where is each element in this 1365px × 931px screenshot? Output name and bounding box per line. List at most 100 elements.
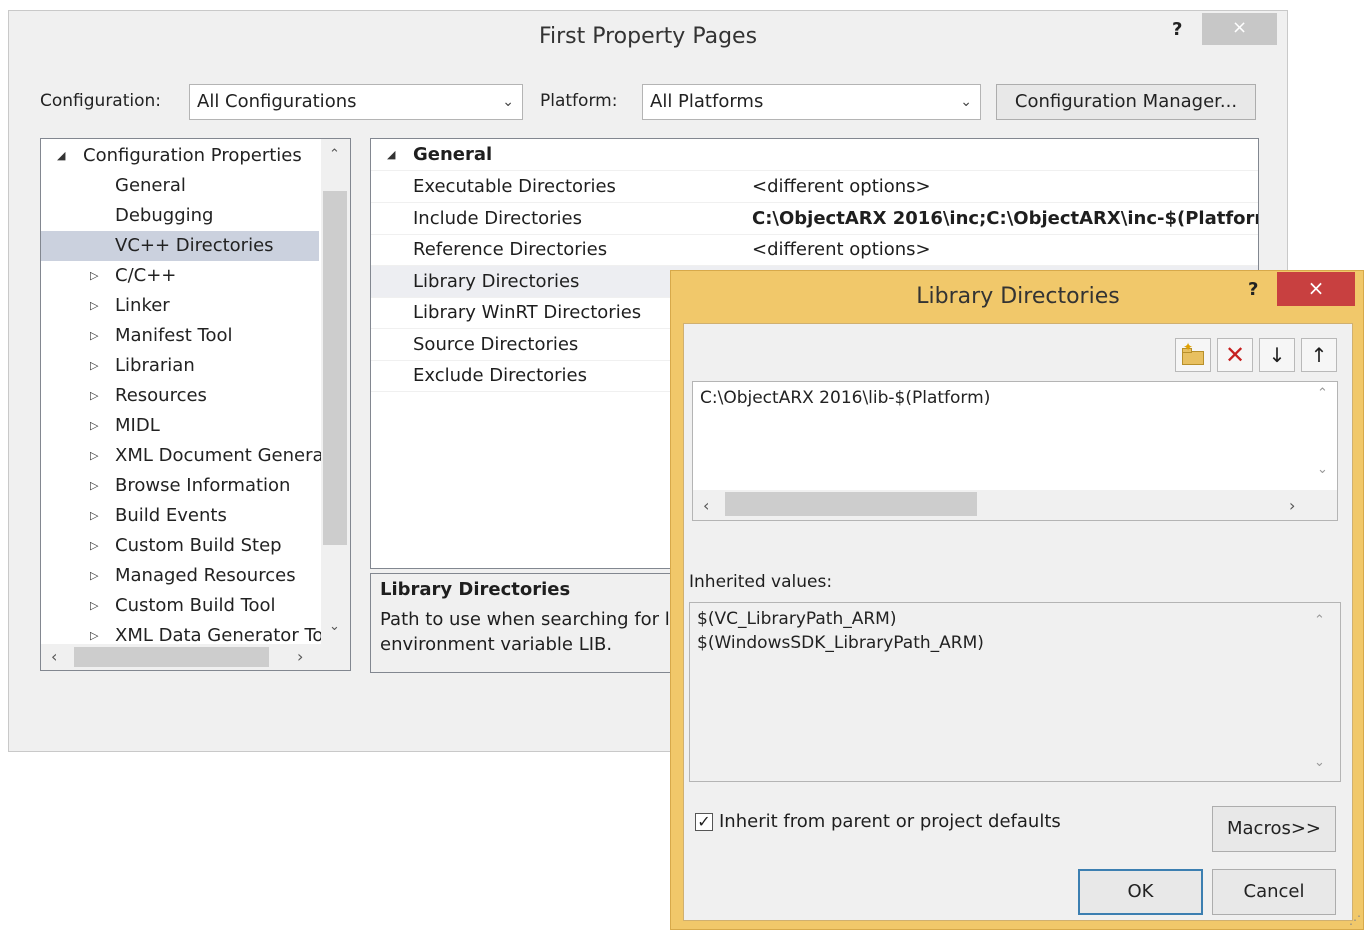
scroll-right-icon[interactable]: ›: [1289, 496, 1295, 515]
scroll-down-icon[interactable]: ⌄: [1317, 462, 1328, 477]
arrow-up-icon: ↑: [1310, 343, 1328, 367]
tree-item[interactable]: ▷ Manifest Tool: [41, 321, 319, 351]
inherit-label: Inherit from parent or project defaults: [719, 811, 1061, 832]
dialog-title: Library Directories: [916, 284, 1120, 309]
tree-item-label: MIDL: [115, 415, 160, 436]
scroll-up-icon[interactable]: ⌃: [1317, 386, 1328, 401]
scroll-down-icon[interactable]: ⌄: [329, 619, 340, 634]
move-down-button[interactable]: ↓: [1259, 338, 1295, 372]
inherited-value: $(WindowsSDK_LibraryPath_ARM): [697, 633, 984, 653]
expand-triangle-icon[interactable]: ▷: [90, 471, 98, 501]
library-directories-dialog: Library Directories ? × ✦ ✕ ↓ ↑ C:\Objec…: [670, 270, 1364, 930]
scroll-left-icon[interactable]: ‹: [703, 496, 709, 515]
platform-dropdown[interactable]: All Platforms ⌄: [642, 84, 981, 120]
tree-item-label: Linker: [115, 295, 170, 316]
grid-row[interactable]: Reference Directories <different options>: [371, 234, 1258, 266]
tree-item-label: Debugging: [115, 205, 214, 226]
configuration-dropdown[interactable]: All Configurations ⌄: [189, 84, 523, 120]
expand-triangle-icon[interactable]: ▷: [90, 381, 98, 411]
tree-horizontal-scrollbar[interactable]: ‹ ›: [41, 644, 350, 670]
tree-item-label: C/C++: [115, 265, 177, 286]
property-tree: ◢ Configuration Properties General Debugg…: [40, 138, 351, 671]
delete-x-icon: ✕: [1224, 341, 1246, 369]
tree-item-label: Resources: [115, 385, 207, 406]
expand-triangle-icon[interactable]: ▷: [90, 531, 98, 561]
delete-line-button[interactable]: ✕: [1217, 338, 1253, 372]
new-line-button[interactable]: ✦: [1175, 338, 1211, 372]
help-button[interactable]: ?: [1172, 19, 1182, 40]
tree-item-label: Managed Resources: [115, 565, 296, 586]
inherited-value: $(VC_LibraryPath_ARM): [697, 609, 897, 629]
expand-triangle-icon[interactable]: ▷: [90, 561, 98, 591]
list-horizontal-scrollbar[interactable]: ‹ ›: [693, 490, 1337, 520]
scroll-up-icon[interactable]: ⌃: [329, 147, 340, 162]
chevron-down-icon: ⌄: [960, 94, 972, 110]
expand-triangle-icon[interactable]: ▷: [90, 261, 98, 291]
platform-label: Platform:: [540, 91, 618, 111]
arrow-down-icon: ↓: [1268, 343, 1286, 367]
property-name: Exclude Directories: [413, 365, 587, 386]
scroll-left-icon[interactable]: ‹: [51, 647, 57, 666]
cancel-button[interactable]: Cancel: [1212, 869, 1336, 915]
tree-item[interactable]: ▷ Custom Build Tool: [41, 591, 319, 621]
expand-triangle-icon[interactable]: ▷: [90, 351, 98, 381]
inherit-checkbox[interactable]: ✓: [695, 813, 713, 831]
close-button[interactable]: ×: [1277, 272, 1355, 306]
scroll-up-icon[interactable]: ⌃: [1314, 613, 1325, 628]
tree-item[interactable]: ▷ Custom Build Step: [41, 531, 319, 561]
configuration-manager-button[interactable]: Configuration Manager...: [996, 84, 1256, 120]
tree-item-label: Librarian: [115, 355, 195, 376]
grid-row[interactable]: Include Directories C:\ObjectARX 2016\inc…: [371, 203, 1258, 235]
scroll-thumb[interactable]: [323, 191, 347, 545]
tree-item[interactable]: ▷ Librarian: [41, 351, 319, 381]
tree-item-label: VC++ Directories: [115, 235, 274, 256]
tree-item-label: XML Document Genera: [115, 445, 324, 466]
tree-item[interactable]: VC++ Directories: [41, 231, 319, 261]
description-text-line-1: Path to use when searching for lil: [380, 609, 680, 630]
tree-item[interactable]: General: [41, 171, 319, 201]
configuration-label: Configuration:: [40, 91, 162, 111]
tree-item[interactable]: ▷ MIDL: [41, 411, 319, 441]
tree-item-label: Manifest Tool: [115, 325, 233, 346]
tree-item[interactable]: ▷ XML Document Genera: [41, 441, 324, 471]
expand-triangle-icon[interactable]: ▷: [90, 591, 98, 621]
expand-triangle-icon[interactable]: ▷: [90, 321, 98, 351]
scroll-right-icon[interactable]: ›: [297, 647, 303, 666]
expand-triangle-icon[interactable]: ▷: [90, 441, 98, 471]
platform-value: All Platforms: [650, 91, 764, 112]
dialog-body: ✦ ✕ ↓ ↑ C:\ObjectARX 2016\lib-$(Platform…: [683, 323, 1353, 921]
tree-item[interactable]: ▷ Build Events: [41, 501, 319, 531]
grid-row[interactable]: Executable Directories <different options…: [371, 171, 1258, 203]
directories-list[interactable]: C:\ObjectARX 2016\lib-$(Platform) ⌃ ⌄ ‹ …: [692, 381, 1338, 521]
tree-item-label: General: [115, 175, 186, 196]
expand-triangle-icon[interactable]: ▷: [90, 501, 98, 531]
tree-item[interactable]: ▷ Resources: [41, 381, 319, 411]
macros-button[interactable]: Macros>>: [1212, 806, 1336, 852]
grid-category-row[interactable]: ◢ General: [371, 139, 1258, 171]
property-name: Library WinRT Directories: [413, 302, 642, 323]
list-vertical-scrollbar[interactable]: ⌃ ⌄: [1309, 382, 1337, 490]
tree-item[interactable]: ▷ Managed Resources: [41, 561, 319, 591]
directory-entry[interactable]: C:\ObjectARX 2016\lib-$(Platform): [700, 388, 990, 408]
scroll-down-icon[interactable]: ⌄: [1314, 755, 1325, 770]
description-text-line-2: environment variable LIB.: [380, 634, 613, 655]
close-button[interactable]: ×: [1202, 13, 1277, 45]
help-button[interactable]: ?: [1248, 279, 1258, 300]
scroll-thumb[interactable]: [74, 647, 269, 667]
tree-item[interactable]: ▷ Browse Information: [41, 471, 319, 501]
tree-root-configuration-properties[interactable]: ◢ Configuration Properties: [41, 141, 321, 171]
ok-button[interactable]: OK: [1078, 869, 1203, 915]
new-folder-icon: ✦: [1182, 341, 1204, 365]
tree-item[interactable]: ▷ C/C++: [41, 261, 319, 291]
expand-triangle-icon[interactable]: ▷: [90, 291, 98, 321]
property-value: <different options>: [752, 176, 931, 197]
resize-grip-icon[interactable]: ⋰: [1349, 913, 1361, 927]
tree-item[interactable]: ▷ Linker: [41, 291, 319, 321]
scroll-thumb[interactable]: [725, 492, 977, 516]
expand-triangle-icon[interactable]: ▷: [90, 411, 98, 441]
tree-item[interactable]: Debugging: [41, 201, 319, 231]
configuration-value: All Configurations: [197, 91, 357, 112]
tree-vertical-scrollbar[interactable]: ⌃ ⌄: [321, 139, 350, 644]
chevron-down-icon: ⌄: [502, 94, 514, 110]
move-up-button[interactable]: ↑: [1301, 338, 1337, 372]
